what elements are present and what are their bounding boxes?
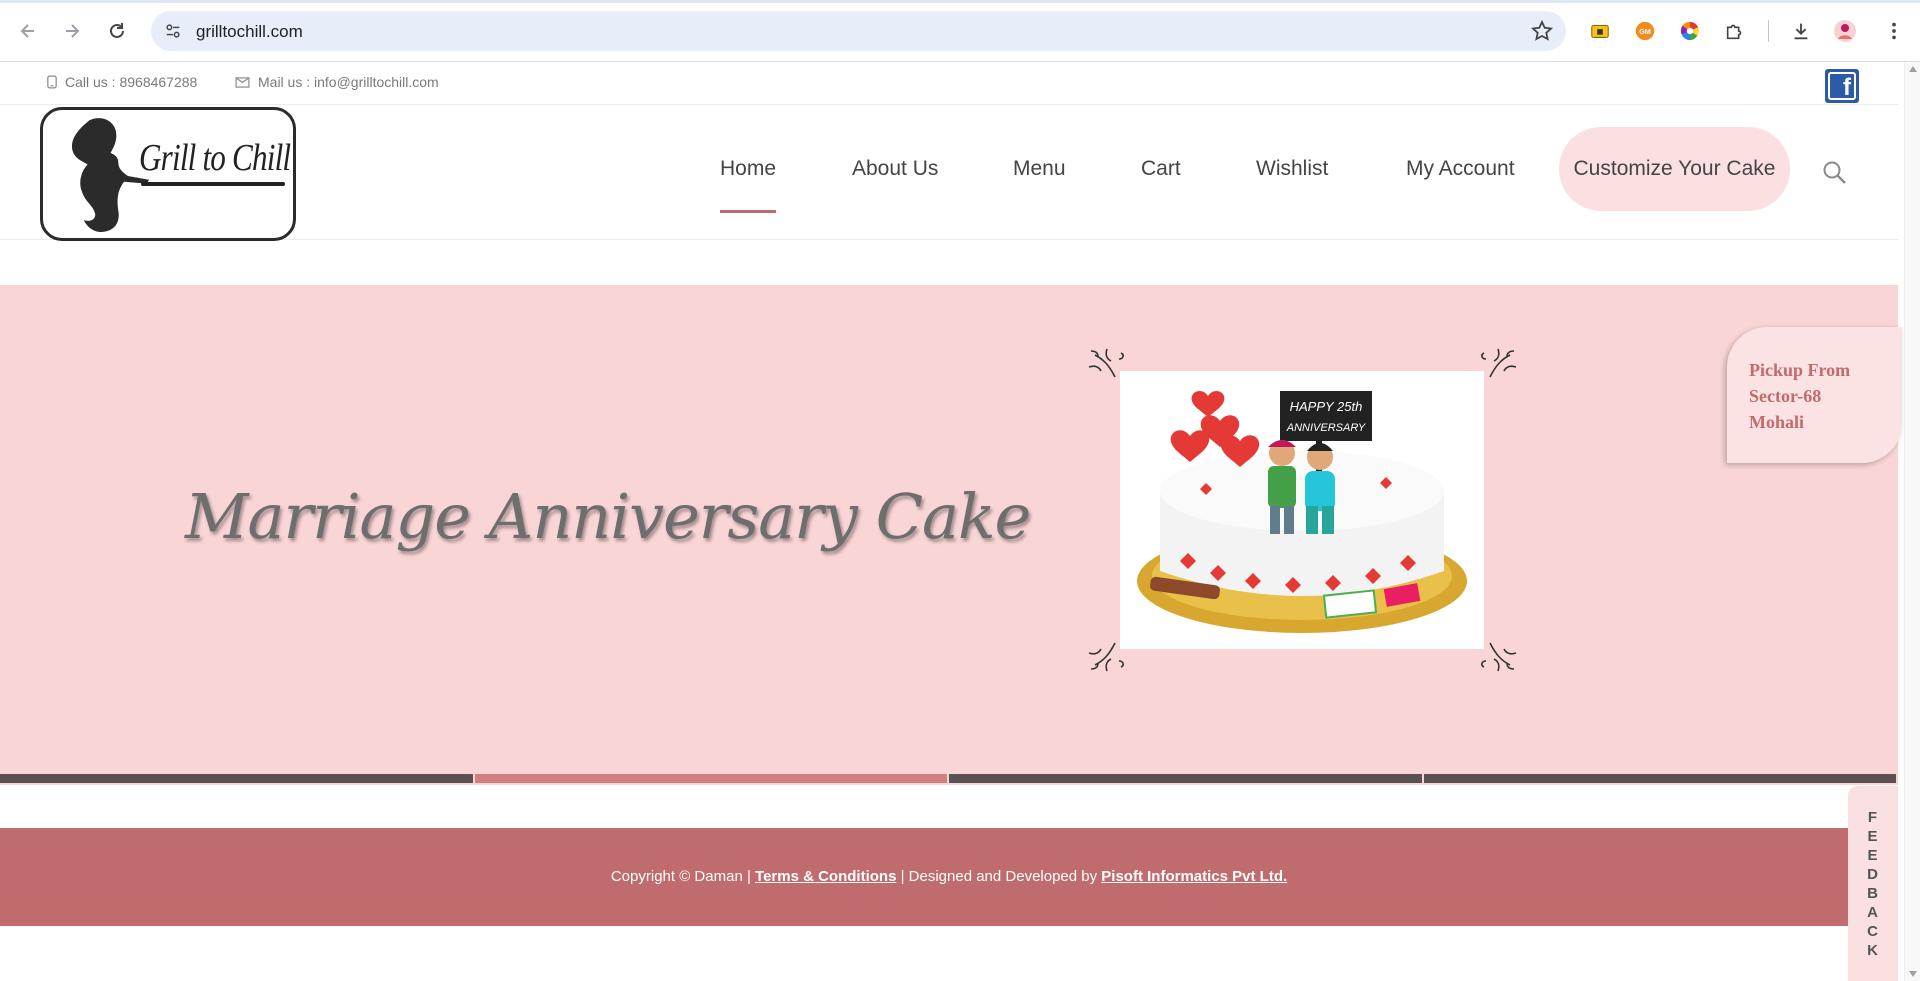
contact-bar: Call us : 8968467288 Mail us : info@gril… [0,62,1898,105]
logo-tray-line [141,182,285,186]
site-header: Grill to Chill Home About Us Menu Cart W… [0,105,1898,241]
extension-gm-icon[interactable]: GM [1631,17,1659,45]
toolbar-separator [1768,20,1769,42]
url-text[interactable]: grilltochill.com [196,22,303,42]
nav-menu[interactable]: Menu [1013,127,1066,211]
page-scrollbar[interactable] [1904,62,1920,981]
reload-button[interactable] [100,14,134,48]
tab-strip-edge [0,0,1920,3]
cake-sign-line1: HAPPY 25th [1290,399,1363,414]
feedback-label: FEEDBACK [1867,809,1879,959]
logo-text: Grill to Chill [139,137,291,179]
copyright-text: Copyright © Daman | [610,868,756,885]
nav-about-us[interactable]: About Us [852,127,938,211]
extension-folder-icon[interactable] [1586,17,1614,45]
nav-my-account[interactable]: My Account [1406,127,1515,211]
phone-contact[interactable]: Call us : 8968467288 [47,74,197,90]
profile-avatar-icon[interactable] [1831,17,1859,45]
nav-cart[interactable]: Cart [1141,127,1181,211]
email-text: Mail us : info@grilltochill.com [258,74,439,90]
slider-dot-1[interactable] [0,774,473,783]
site-logo[interactable]: Grill to Chill [40,107,296,241]
download-icon[interactable] [1787,17,1815,45]
arrow-right-icon [66,24,80,38]
page-viewport: Call us : 8968467288 Mail us : info@gril… [0,62,1920,981]
browser-menu-icon[interactable] [1880,17,1908,45]
back-button[interactable] [11,14,45,48]
arrow-left-icon [20,24,34,38]
address-bar[interactable]: grilltochill.com [151,11,1566,51]
developer-link[interactable]: Pisoft Informatics Pvt Ltd. [1101,868,1287,885]
pickup-line-2: Sector-68 [1749,386,1822,406]
woman-silhouette-icon [71,118,149,233]
scroll-down-arrow-icon[interactable] [1909,971,1917,977]
bookmark-star-icon[interactable] [1530,19,1554,43]
extension-color-wheel-icon[interactable] [1676,17,1704,45]
pickup-line-1: Pickup From [1749,360,1851,380]
slider-dot-2[interactable] [474,774,947,783]
mobile-phone-icon [47,75,57,89]
hero-slider[interactable]: Marriage Anniversary Cake HAPPY 25th ANN… [0,285,1898,785]
browser-toolbar: grilltochill.com GM [0,0,1920,62]
slider-dot-4[interactable] [1423,774,1896,783]
facebook-link[interactable]: f [1825,69,1859,103]
email-contact[interactable]: Mail us : info@grilltochill.com [235,74,439,90]
nav-home[interactable]: Home [720,127,777,213]
cake-sign-line2: ANNIVERSARY [1286,422,1366,434]
tune-icon [166,24,180,38]
slider-pagination [0,774,1898,783]
envelope-icon [235,76,250,88]
pickup-text: Pickup From Sector-68 Mohali [1749,357,1850,435]
reload-icon [110,23,124,38]
forward-button[interactable] [55,14,89,48]
anniversary-cake-image: HAPPY 25th ANNIVERSARY [1120,371,1484,649]
phone-text: Call us : 8968467288 [65,74,198,90]
pickup-location-badge[interactable]: Pickup From Sector-68 Mohali [1727,327,1902,463]
slide-title: Marriage Anniversary Cake [185,480,1031,553]
slider-dot-3[interactable] [949,774,1422,783]
slide-image-frame: HAPPY 25th ANNIVERSARY [1085,345,1520,675]
svg-text:GM: GM [1639,27,1651,36]
feedback-tab[interactable]: FEEDBACK [1848,786,1898,981]
facebook-icon: f [1828,72,1856,100]
customize-cake-button[interactable]: Customize Your Cake [1559,127,1790,211]
site-footer: Copyright © Daman | Terms & Conditions |… [0,828,1898,926]
search-icon[interactable] [1821,159,1849,187]
scroll-up-arrow-icon[interactable] [1909,66,1917,72]
pickup-line-3: Mohali [1749,412,1805,432]
extensions-puzzle-icon[interactable] [1721,17,1749,45]
nav-wishlist[interactable]: Wishlist [1256,127,1328,211]
terms-link[interactable]: Terms & Conditions [755,868,896,885]
site-info-button[interactable] [159,17,187,45]
developer-prefix: | Designed and Developed by [896,868,1102,885]
